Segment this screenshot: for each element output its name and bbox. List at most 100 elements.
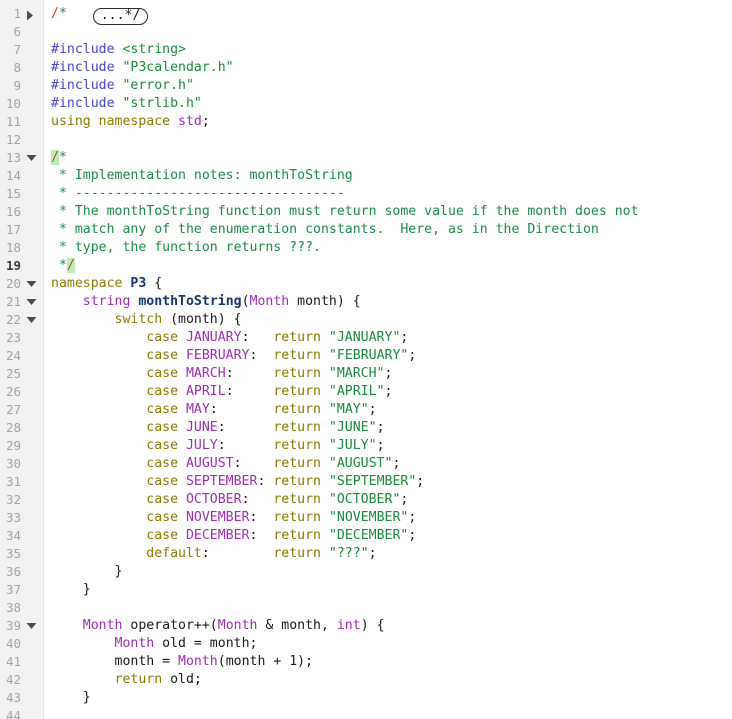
code-line[interactable]: month = Month(month + 1); [45, 653, 732, 671]
code-line[interactable]: string monthToString(Month month) { [45, 293, 732, 311]
code-line[interactable]: #include "P3calendar.h" [45, 59, 732, 77]
code-token: ( [241, 294, 250, 309]
code-line[interactable]: case OCTOBER: return "OCTOBER"; [45, 491, 732, 509]
code-line[interactable]: } [45, 581, 732, 599]
code-token: JUNE [185, 420, 218, 435]
code-token: "APRIL" [328, 384, 385, 399]
line-number: 19 [5, 258, 21, 273]
code-content-area[interactable]: /* ...*/ #include <string> #include "P3cal… [45, 0, 732, 719]
code-line[interactable]: * match any of the enumeration constants… [45, 221, 732, 239]
gutter-row: 36 [0, 563, 44, 581]
gutter-row: 32 [0, 491, 44, 509]
fold-collapse-arrow-icon[interactable] [26, 617, 40, 635]
gutter-row: 19 [0, 257, 44, 275]
code-line[interactable]: namespace P3 { [45, 275, 732, 293]
code-token: : [225, 366, 274, 381]
fold-collapse-arrow-icon[interactable] [26, 275, 40, 293]
code-token: monthToString [138, 294, 242, 309]
code-token: OCTOBER [185, 492, 242, 507]
code-token: ; [408, 528, 417, 543]
code-line[interactable]: } [45, 689, 732, 707]
code-token: : [249, 510, 274, 525]
code-line[interactable]: * Implementation notes: monthToString [45, 167, 732, 185]
line-number: 14 [5, 168, 21, 183]
code-line[interactable]: #include <string> [45, 41, 732, 59]
code-token: MARCH [185, 366, 226, 381]
code-line[interactable]: Month operator++(Month & month, int) { [45, 617, 732, 635]
code-line[interactable] [45, 599, 732, 617]
code-line[interactable] [45, 23, 732, 41]
gutter-row: 35 [0, 545, 44, 563]
code-token: case [146, 330, 186, 345]
line-number: 10 [5, 96, 21, 111]
code-line[interactable]: return old; [45, 671, 732, 689]
code-line[interactable]: case MAY: return "MAY"; [45, 401, 732, 419]
code-token: (month + 1); [217, 654, 314, 669]
code-line[interactable]: case NOVEMBER: return "NOVEMBER"; [45, 509, 732, 527]
code-line[interactable]: #include "strlib.h" [45, 95, 732, 113]
gutter-row: 24 [0, 347, 44, 365]
code-token: namespace [51, 276, 131, 291]
code-line[interactable]: default: return "???"; [45, 545, 732, 563]
code-token: ; [384, 366, 393, 381]
code-token: old = month; [154, 636, 258, 651]
line-number: 6 [13, 24, 21, 39]
gutter-row: 44 [0, 707, 44, 719]
code-token: : [217, 420, 274, 435]
code-line[interactable]: case DECEMBER: return "DECEMBER"; [45, 527, 732, 545]
code-token: "OCTOBER" [328, 492, 401, 507]
code-editor[interactable]: 1 6 7 8 9 10 11 12 13 14 15 16 17 18 19 20 21 22 23 24 25 26 2… [0, 0, 732, 719]
line-number: 9 [13, 78, 21, 93]
line-number: 22 [5, 312, 21, 327]
code-line[interactable]: } [45, 563, 732, 581]
code-line[interactable] [45, 131, 732, 149]
code-token: * The monthToString function must return… [51, 204, 639, 219]
code-line[interactable]: * ---------------------------------- [45, 185, 732, 203]
code-line[interactable]: case FEBRUARY: return "FEBRUARY"; [45, 347, 732, 365]
code-line[interactable]: /* ...*/ [45, 5, 732, 25]
code-token: ; [408, 348, 417, 363]
code-token: int [336, 618, 361, 633]
code-line[interactable]: using namespace std; [45, 113, 732, 131]
gutter-row: 34 [0, 527, 44, 545]
fold-collapse-arrow-icon[interactable] [26, 149, 40, 167]
code-line[interactable]: */ [45, 257, 732, 275]
code-line[interactable]: * The monthToString function must return… [45, 203, 732, 221]
line-number: 1 [13, 6, 21, 21]
code-token: return [273, 546, 321, 561]
code-line[interactable]: case JANUARY: return "JANUARY"; [45, 329, 732, 347]
code-token: ; [376, 420, 385, 435]
code-token: "???" [328, 546, 369, 561]
code-token: return [273, 366, 321, 381]
fold-collapse-arrow-icon[interactable] [26, 311, 40, 329]
code-line[interactable]: case MARCH: return "MARCH"; [45, 365, 732, 383]
code-line[interactable] [45, 707, 732, 719]
code-line[interactable]: case JUNE: return "JUNE"; [45, 419, 732, 437]
code-line[interactable]: case AUGUST: return "AUGUST"; [45, 455, 732, 473]
gutter-row: 14 [0, 167, 44, 185]
code-line[interactable]: switch (month) { [45, 311, 732, 329]
code-line[interactable]: /* [45, 149, 732, 167]
code-token: #include [51, 96, 123, 111]
fold-expand-arrow-icon[interactable] [26, 5, 40, 23]
code-line[interactable]: case SEPTEMBER: return "SEPTEMBER"; [45, 473, 732, 491]
code-line[interactable]: Month old = month; [45, 635, 732, 653]
code-token: default [146, 546, 202, 561]
code-line[interactable]: * type, the function returns ???. [45, 239, 732, 257]
code-token: "DECEMBER" [328, 528, 409, 543]
gutter-row: 31 [0, 473, 44, 491]
line-number: 15 [5, 186, 21, 201]
fold-collapse-arrow-icon[interactable] [26, 293, 40, 311]
code-token: "JULY" [328, 438, 377, 453]
code-line[interactable]: case JULY: return "JULY"; [45, 437, 732, 455]
code-line[interactable]: case APRIL: return "APRIL"; [45, 383, 732, 401]
code-line[interactable]: #include "error.h" [45, 77, 732, 95]
